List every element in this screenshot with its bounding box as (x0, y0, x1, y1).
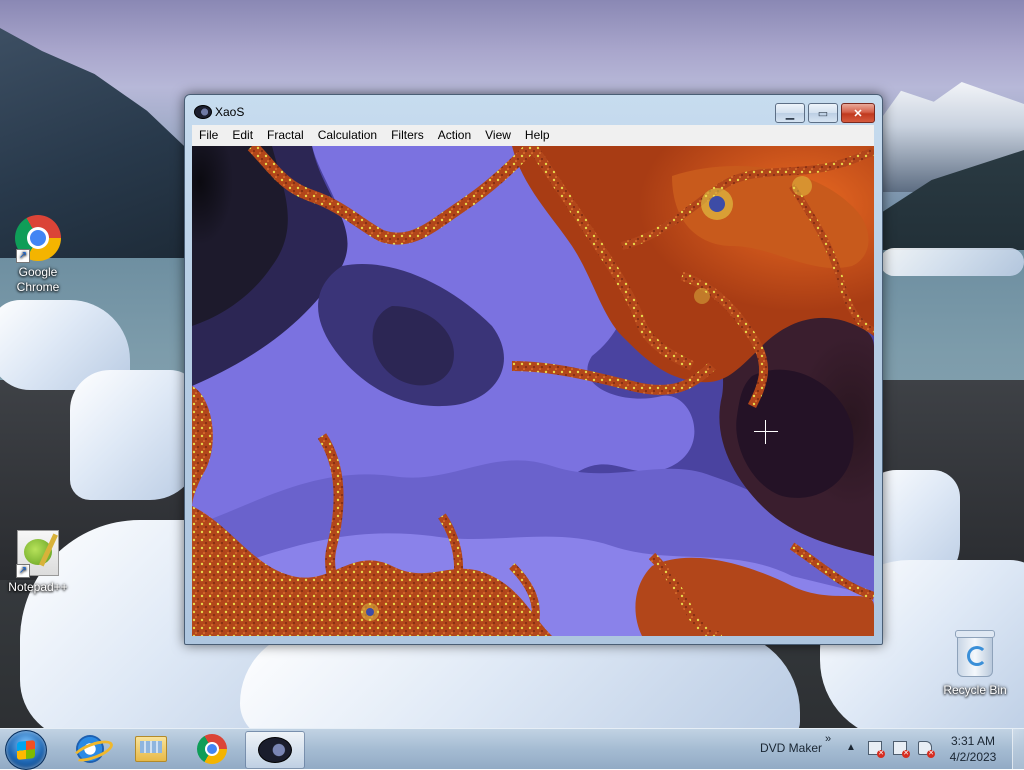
notepad-plus-plus-icon: ↗ (14, 530, 62, 578)
tray-dvd-maker-label[interactable]: DVD Maker (760, 741, 822, 755)
menu-bar: File Edit Fractal Calculation Filters Ac… (192, 125, 874, 146)
system-clock[interactable]: 3:31 AM 4/2/2023 (944, 733, 1002, 765)
window-title: XaoS (215, 105, 245, 119)
file-explorer-icon (135, 736, 167, 762)
windows-start-icon (17, 740, 35, 760)
desktop-icon-label: Notepad++ (8, 580, 68, 594)
start-button[interactable] (5, 730, 47, 770)
crosshair-cursor-icon (754, 420, 778, 444)
desktop-icon-label: Chrome (16, 280, 60, 294)
taskbar-chrome[interactable] (183, 731, 241, 767)
menu-action[interactable]: Action (431, 125, 478, 146)
maximize-button[interactable]: ▭ (808, 103, 838, 123)
maximize-icon: ▭ (817, 107, 829, 120)
shortcut-arrow-icon: ↗ (16, 564, 30, 578)
show-hidden-icons-button[interactable]: ▲ (846, 742, 856, 753)
chrome-icon: ↗ (14, 215, 62, 263)
chrome-icon (197, 734, 227, 764)
desktop-icon-recycle-bin[interactable]: Recycle Bin (937, 630, 1013, 698)
shortcut-arrow-icon: ↗ (16, 249, 30, 263)
xaos-icon (258, 737, 292, 763)
close-button[interactable]: ✕ (841, 103, 875, 123)
xaos-window[interactable]: XaoS ▁ ▭ ✕ File Edit Fractal Calculation… (184, 94, 883, 645)
taskbar-internet-explorer[interactable] (61, 731, 119, 767)
close-icon: ✕ (853, 107, 863, 120)
clock-date: 4/2/2023 (949, 750, 997, 764)
wallpaper-ice (880, 248, 1024, 276)
menu-edit[interactable]: Edit (225, 125, 260, 146)
taskbar-xaos[interactable] (245, 731, 305, 769)
wallpaper-ice (70, 370, 200, 500)
toolbar-chevron-icon[interactable]: » (825, 733, 831, 745)
recycle-bin-icon (951, 630, 999, 681)
menu-filters[interactable]: Filters (384, 125, 431, 146)
fractal-image (192, 146, 874, 636)
show-desktop-button[interactable] (1012, 729, 1024, 769)
menu-fractal[interactable]: Fractal (260, 125, 311, 146)
desktop-icon-notepad-plus-plus[interactable]: ↗ Notepad++ (0, 528, 76, 595)
clock-time: 3:31 AM (950, 734, 996, 748)
xaos-app-icon[interactable] (194, 105, 212, 119)
minimize-icon: ▁ (785, 107, 795, 120)
menu-view[interactable]: View (478, 125, 518, 146)
volume-muted-icon[interactable]: ✕ (918, 741, 935, 758)
minimize-button[interactable]: ▁ (775, 103, 805, 123)
menu-help[interactable]: Help (518, 125, 557, 146)
network-alert-icon[interactable]: ✕ (893, 741, 910, 758)
menu-calculation[interactable]: Calculation (311, 125, 384, 146)
flag-alert-icon[interactable]: ✕ (868, 741, 885, 758)
internet-explorer-icon (76, 735, 104, 763)
desktop-icon-label: Google (18, 265, 58, 279)
fractal-canvas[interactable] (192, 146, 874, 636)
taskbar: DVD Maker » ▲ ✕ ✕ ✕ 3:31 AM 4/2/2023 (0, 728, 1024, 770)
taskbar-file-explorer[interactable] (122, 731, 180, 767)
desktop-icon-google-chrome[interactable]: ↗ Google Chrome (0, 214, 76, 295)
desktop-icon-label: Recycle Bin (943, 683, 1007, 697)
title-bar[interactable]: XaoS ▁ ▭ ✕ (185, 95, 882, 123)
menu-file[interactable]: File (192, 125, 225, 146)
